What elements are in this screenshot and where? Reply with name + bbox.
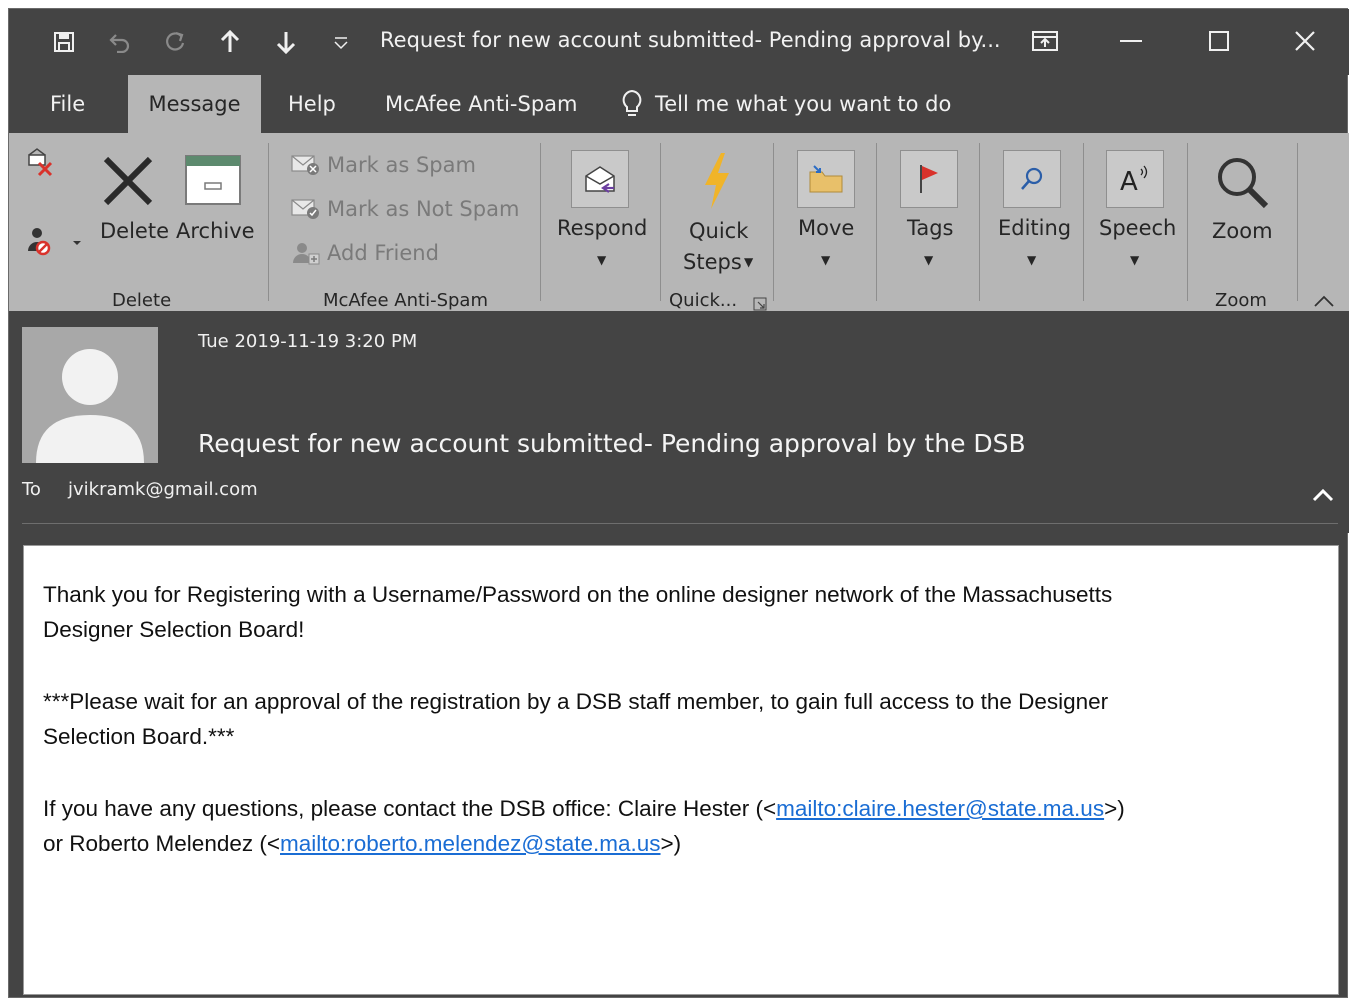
- up-arrow-icon[interactable]: [215, 27, 245, 57]
- ribbon-display-options-icon[interactable]: [1025, 23, 1065, 59]
- ignore-icon[interactable]: [23, 145, 63, 185]
- quick-steps-group-label: Quick...: [669, 290, 738, 311]
- mark-as-not-spam-button[interactable]: Mark as Not Spam: [291, 197, 519, 221]
- avatar: [22, 327, 158, 463]
- group-separator: [876, 143, 877, 301]
- header-divider: [22, 523, 1338, 524]
- body-paragraph-1: Thank you for Registering with a Usernam…: [43, 577, 1313, 647]
- window-title: Request for new account submitted- Pendi…: [380, 28, 1001, 52]
- ribbon: Delete Archive Delete Mark as Spam Mark …: [9, 133, 1349, 311]
- speech-button[interactable]: Speech: [1099, 216, 1176, 240]
- archive-icon[interactable]: [185, 155, 241, 209]
- tab-mcafee-anti-spam[interactable]: McAfee Anti-Spam: [375, 75, 588, 133]
- to-label: To: [22, 479, 41, 500]
- chevron-down-icon: ▼: [821, 253, 831, 267]
- chevron-down-icon: ▼: [744, 255, 754, 269]
- tab-message[interactable]: Message: [128, 75, 261, 133]
- read-aloud-icon[interactable]: A: [1106, 150, 1164, 208]
- tags-button[interactable]: Tags: [907, 216, 954, 240]
- group-separator: [540, 143, 541, 301]
- quick-steps-label-1[interactable]: Quick: [689, 219, 748, 243]
- outlook-message-window: Request for new account submitted- Pendi…: [8, 8, 1349, 998]
- lightbulb-icon: [622, 89, 642, 116]
- email-link-roberto[interactable]: mailto:roberto.melendez@state.ma.us: [280, 831, 661, 856]
- undo-icon[interactable]: [105, 27, 135, 57]
- chevron-down-icon: ▼: [597, 253, 607, 267]
- body-line: ***Please wait for an approval of the re…: [43, 689, 1109, 714]
- editing-button[interactable]: Editing: [998, 216, 1071, 240]
- recipient-address[interactable]: jvikramk@gmail.com: [68, 479, 258, 500]
- body-line: Thank you for Registering with a Usernam…: [43, 582, 1113, 607]
- title-bar: Request for new account submitted- Pendi…: [9, 9, 1349, 75]
- body-line: or Roberto Melendez (<mailto:roberto.mel…: [43, 826, 1313, 861]
- search-icon[interactable]: [1003, 150, 1061, 208]
- group-separator: [773, 143, 774, 301]
- mark-not-spam-icon: [291, 199, 319, 219]
- respond-icon[interactable]: [571, 150, 629, 208]
- save-icon[interactable]: [49, 27, 79, 57]
- collapse-header-icon[interactable]: [1307, 481, 1339, 509]
- message-subject: Request for new account submitted- Pendi…: [198, 429, 1026, 458]
- body-line: Selection Board.***: [43, 724, 235, 749]
- body-paragraph-3: If you have any questions, please contac…: [43, 791, 1313, 861]
- group-separator: [268, 143, 269, 301]
- move-folder-icon[interactable]: [797, 150, 855, 208]
- chevron-down-icon: ▼: [1027, 253, 1037, 267]
- message-date: Tue 2019-11-19 3:20 PM: [198, 331, 418, 352]
- body-line: Designer Selection Board!: [43, 617, 305, 642]
- group-separator: [1083, 143, 1084, 301]
- chevron-down-icon: ▼: [1130, 253, 1140, 267]
- zoom-button[interactable]: Zoom: [1212, 219, 1273, 243]
- quick-steps-label-2[interactable]: Steps: [683, 250, 742, 274]
- tab-file[interactable]: File: [40, 75, 95, 133]
- mcafee-group-label: McAfee Anti-Spam: [323, 290, 488, 311]
- close-icon[interactable]: [1285, 23, 1325, 59]
- add-friend-button[interactable]: Add Friend: [291, 241, 439, 265]
- group-separator: [1297, 143, 1298, 301]
- respond-button[interactable]: Respond: [557, 216, 647, 240]
- group-separator: [660, 143, 661, 301]
- redo-icon[interactable]: [160, 27, 190, 57]
- delete-group-label: Delete: [112, 290, 172, 311]
- email-link-claire[interactable]: mailto:claire.hester@state.ma.us: [776, 796, 1104, 821]
- mark-as-not-spam-label: Mark as Not Spam: [327, 197, 520, 221]
- body-text: >): [660, 831, 682, 856]
- message-body: Thank you for Registering with a Usernam…: [23, 545, 1339, 995]
- flag-icon[interactable]: [900, 150, 958, 208]
- collapse-ribbon-icon[interactable]: [1313, 293, 1335, 312]
- archive-button[interactable]: Archive: [176, 219, 255, 243]
- tab-help[interactable]: Help: [278, 75, 346, 133]
- svg-text:A: A: [1120, 167, 1138, 195]
- minimize-icon[interactable]: [1111, 23, 1151, 59]
- group-separator: [979, 143, 980, 301]
- message-header: Tue 2019-11-19 3:20 PM Request for new a…: [9, 311, 1349, 533]
- zoom-icon[interactable]: [1214, 155, 1270, 215]
- zoom-group-label: Zoom: [1215, 290, 1267, 311]
- group-separator: [1187, 143, 1188, 301]
- body-text: >): [1104, 796, 1125, 821]
- body-line: If you have any questions, please contac…: [43, 791, 1313, 826]
- tell-me-label: Tell me what you want to do: [655, 92, 952, 116]
- delete-button[interactable]: Delete: [100, 219, 169, 243]
- customize-icon[interactable]: [326, 27, 356, 57]
- mark-spam-icon: [291, 155, 319, 175]
- add-friend-label: Add Friend: [327, 241, 439, 265]
- move-button[interactable]: Move: [798, 216, 854, 240]
- mark-as-spam-label: Mark as Spam: [327, 153, 476, 177]
- body-paragraph-2: ***Please wait for an approval of the re…: [43, 684, 1313, 754]
- mark-as-spam-button[interactable]: Mark as Spam: [291, 153, 476, 177]
- body-text: If you have any questions, please contac…: [43, 796, 777, 821]
- add-friend-icon: [293, 243, 320, 265]
- maximize-icon[interactable]: [1199, 23, 1239, 59]
- delete-x-icon[interactable]: [102, 155, 154, 211]
- junk-icon[interactable]: [23, 221, 83, 261]
- ribbon-tabs: File Message Help McAfee Anti-Spam Tell …: [9, 75, 1349, 133]
- lightning-icon[interactable]: [701, 151, 733, 215]
- tell-me-search[interactable]: Tell me what you want to do: [621, 75, 951, 133]
- chevron-down-icon: ▼: [924, 253, 934, 267]
- body-text: or Roberto Melendez (<: [43, 831, 280, 856]
- down-arrow-icon[interactable]: [271, 27, 301, 57]
